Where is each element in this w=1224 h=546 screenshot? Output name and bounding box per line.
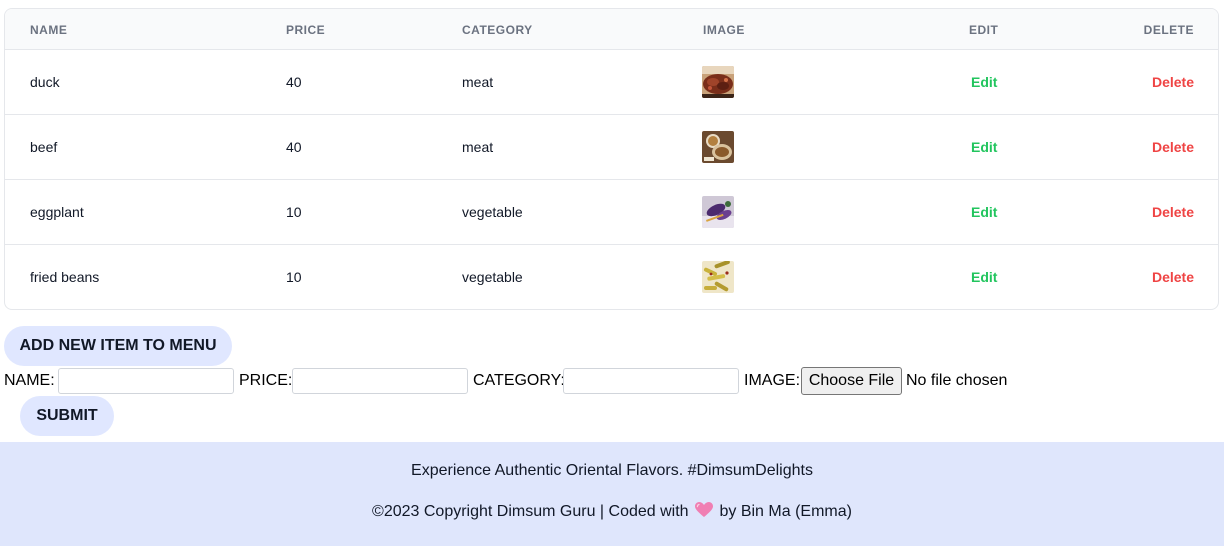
- category-input[interactable]: [563, 368, 739, 394]
- header-edit: EDIT: [969, 23, 999, 37]
- delete-button[interactable]: Delete: [1152, 139, 1194, 155]
- item-price: 10: [286, 204, 302, 220]
- delete-button[interactable]: Delete: [1152, 204, 1194, 220]
- menu-table: NAME PRICE CATEGORY IMAGE EDIT DELETE du…: [4, 8, 1219, 310]
- table-row: beef 40 meat Edit Delete: [5, 115, 1218, 180]
- item-category: vegetable: [462, 269, 523, 285]
- pink-heart-icon: [695, 502, 714, 523]
- copyright-suffix: by Bin Ma (Emma): [719, 503, 852, 520]
- edit-button[interactable]: Edit: [971, 74, 997, 90]
- image-label: IMAGE:: [744, 372, 801, 389]
- table-header: NAME PRICE CATEGORY IMAGE EDIT DELETE: [5, 9, 1218, 50]
- beef-dish-photo: [702, 131, 734, 163]
- footer: Experience Authentic Oriental Flavors. #…: [0, 442, 1224, 546]
- item-category: meat: [462, 139, 494, 155]
- add-new-item-button[interactable]: ADD NEW ITEM TO MENU: [4, 326, 232, 366]
- duck-dish-photo: [702, 66, 734, 98]
- name-label: NAME:: [4, 372, 55, 389]
- item-name: fried beans: [30, 269, 100, 285]
- edit-button[interactable]: Edit: [971, 269, 997, 285]
- item-category: vegetable: [462, 204, 523, 220]
- item-name: eggplant: [30, 204, 84, 220]
- header-delete: DELETE: [1143, 23, 1194, 37]
- add-item-form: NAME: PRICE: CATEGORY: IMAGE: Choose Fil…: [4, 367, 1104, 395]
- submit-button[interactable]: SUBMIT: [20, 396, 114, 436]
- copyright-prefix: ©2023 Copyright Dimsum Guru | Coded with: [372, 503, 689, 520]
- header-price: PRICE: [286, 23, 326, 37]
- file-status: No file chosen: [906, 372, 1008, 389]
- choose-file-button[interactable]: Choose File: [801, 367, 902, 395]
- header-name: NAME: [30, 23, 68, 37]
- table-row: duck 40 meat Edit Delete: [5, 50, 1218, 115]
- edit-button[interactable]: Edit: [971, 204, 997, 220]
- item-category: meat: [462, 74, 494, 90]
- delete-button[interactable]: Delete: [1152, 74, 1194, 90]
- item-price: 10: [286, 269, 302, 285]
- category-label: CATEGORY:: [473, 372, 565, 389]
- item-price: 40: [286, 74, 302, 90]
- table-row: fried beans 10 vegetable Edit Delete: [5, 245, 1218, 309]
- price-input[interactable]: [292, 368, 468, 394]
- edit-button[interactable]: Edit: [971, 139, 997, 155]
- header-image: IMAGE: [703, 23, 745, 37]
- price-label: PRICE:: [239, 372, 293, 389]
- table-row: eggplant 10 vegetable Edit Delete: [5, 180, 1218, 245]
- item-price: 40: [286, 139, 302, 155]
- fried-beans-dish-photo: [702, 261, 734, 293]
- header-category: CATEGORY: [462, 23, 533, 37]
- name-input[interactable]: [58, 368, 234, 394]
- item-name: beef: [30, 139, 58, 155]
- footer-copyright: ©2023 Copyright Dimsum Guru | Coded with…: [0, 502, 1224, 523]
- item-name: duck: [30, 74, 60, 90]
- eggplant-dish-photo: [702, 196, 734, 228]
- delete-button[interactable]: Delete: [1152, 269, 1194, 285]
- footer-tagline: Experience Authentic Oriental Flavors. #…: [411, 462, 813, 479]
